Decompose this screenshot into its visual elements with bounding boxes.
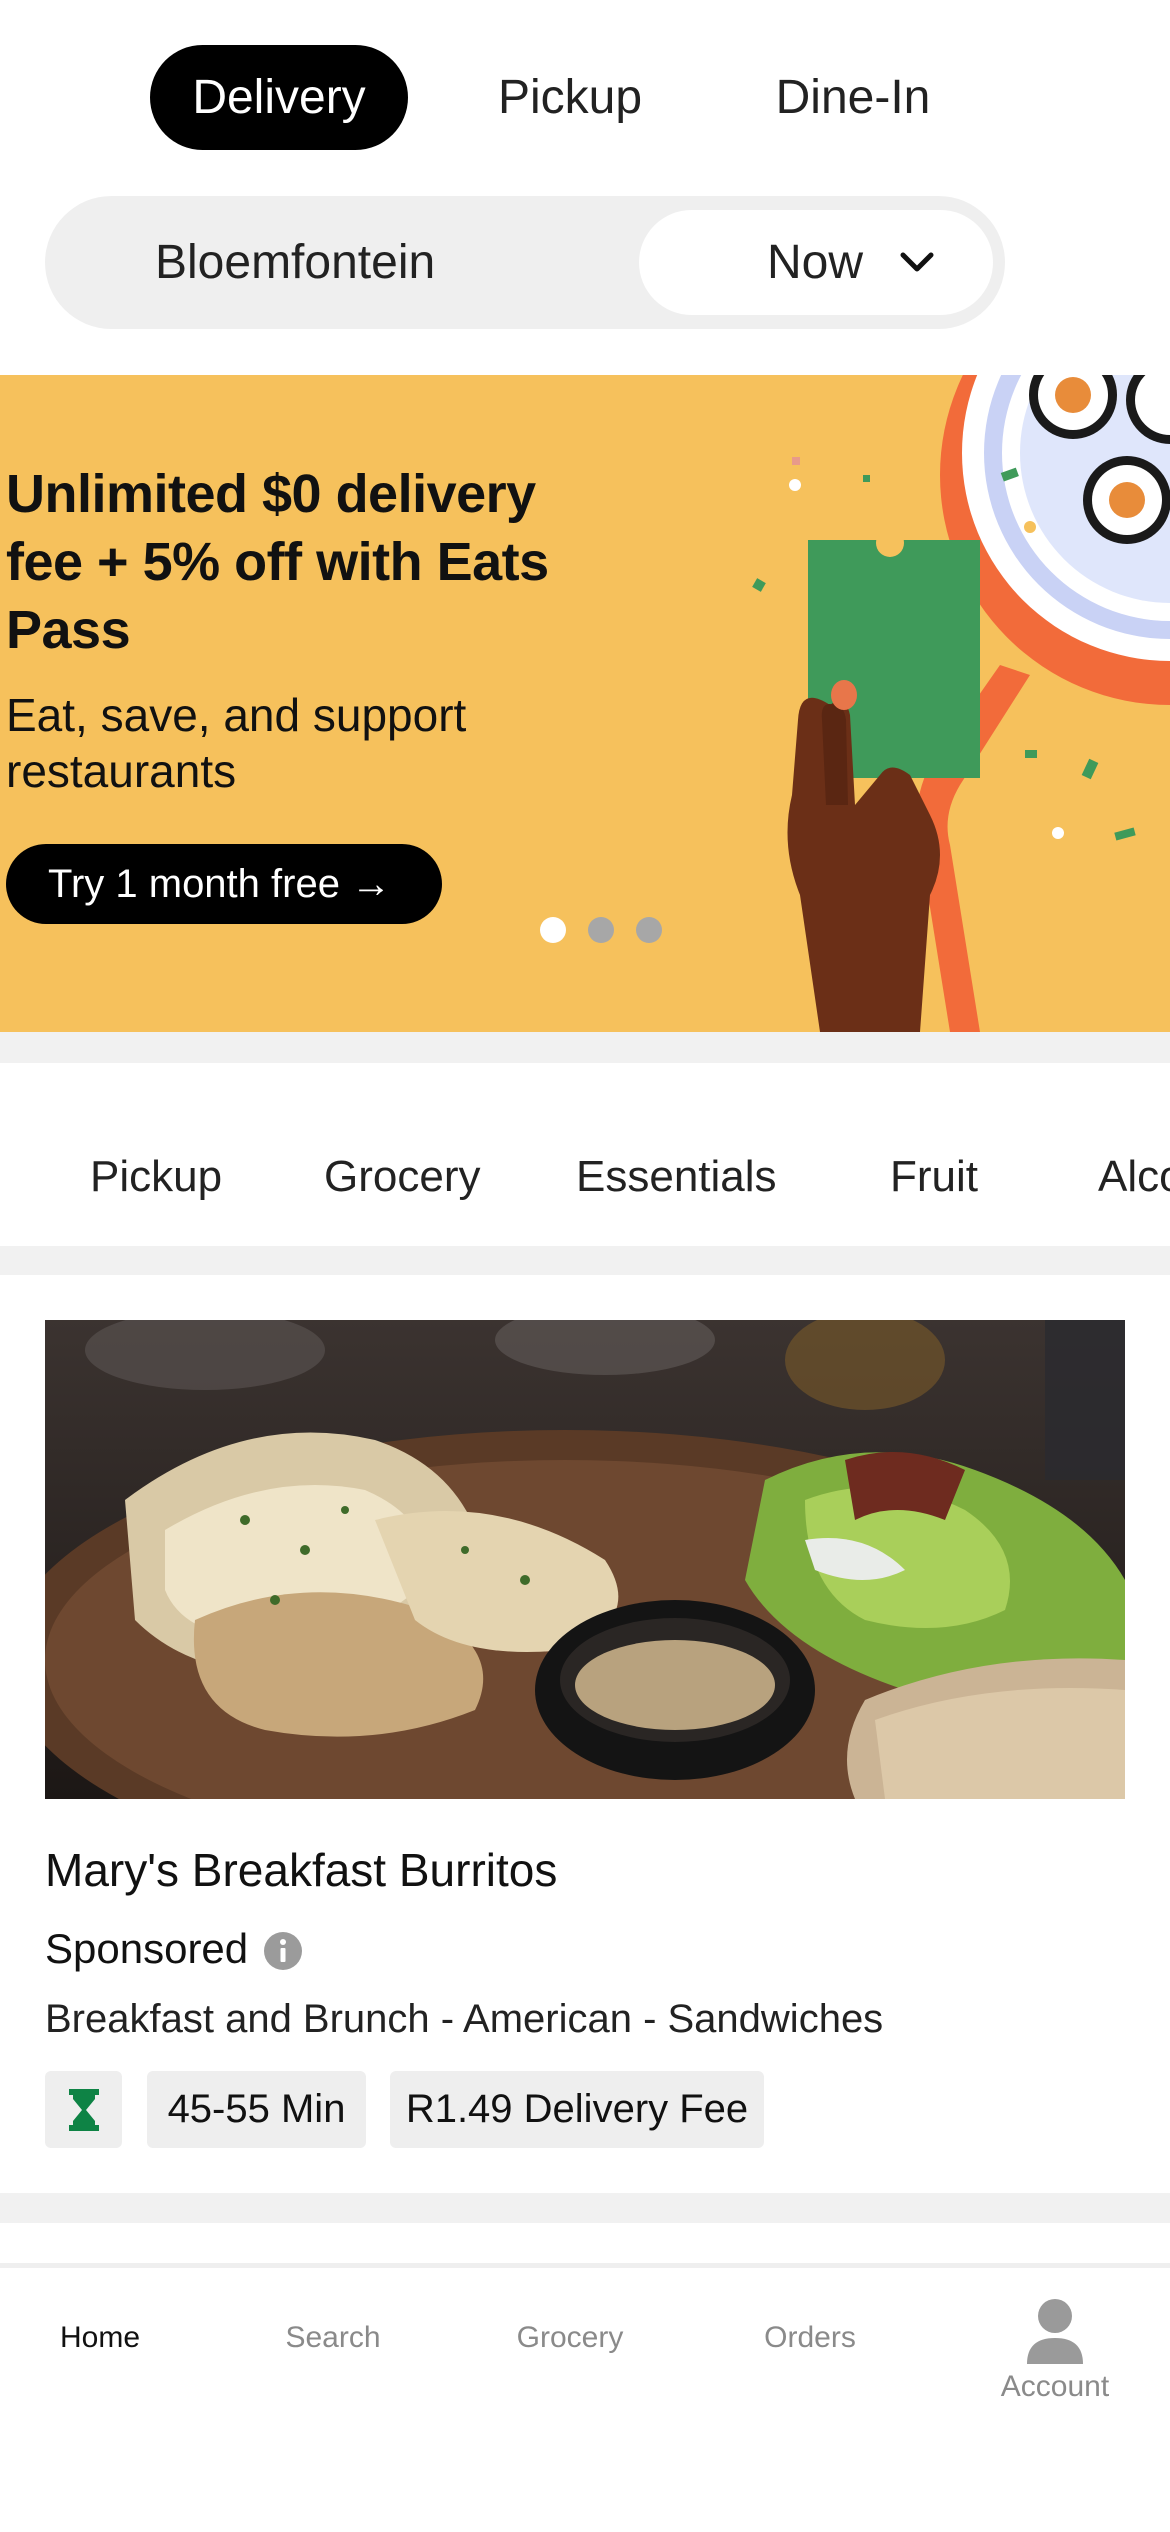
category-row: Pickup Grocery Essentials Fruit Alco (0, 1063, 1170, 1246)
section-divider (0, 1032, 1170, 1063)
time-label: Now (767, 236, 864, 289)
section-divider (0, 2193, 1170, 2223)
tab-dine-in[interactable]: Dine-In (758, 45, 948, 150)
cuisine-tags: Breakfast and Brunch - American - Sandwi… (45, 1997, 884, 2041)
tab-delivery[interactable]: Delivery (150, 45, 408, 150)
person-icon (1027, 2299, 1083, 2364)
food-photo (45, 1320, 1125, 1799)
sponsored-label: Sponsored (45, 1925, 249, 1972)
section-divider (0, 1246, 1170, 1275)
page-dot-3[interactable] (636, 917, 662, 943)
nav-search[interactable]: Search (258, 2268, 408, 2398)
page-dot-1[interactable] (540, 917, 566, 943)
category-alcohol[interactable]: Alco (1098, 1063, 1170, 1246)
nav-home[interactable]: Home (30, 2268, 170, 2398)
restaurant-image[interactable] (45, 1320, 1125, 1799)
delivery-fee-badge: R1.49 Delivery Fee (390, 2071, 764, 2148)
page-dot-2[interactable] (588, 917, 614, 943)
eta-badge: 45-55 Min (147, 2071, 366, 2148)
info-icon[interactable] (263, 1931, 303, 1971)
promo-subtitle: Eat, save, and support restaurants (6, 689, 467, 797)
restaurant-name[interactable]: Mary's Breakfast Burritos (45, 1843, 557, 1897)
order-mode-tabs: Delivery Pickup Dine-In (0, 45, 1170, 150)
nav-grocery[interactable]: Grocery (495, 2268, 645, 2398)
location-selector[interactable]: Bloemfontein (155, 196, 435, 329)
category-pickup[interactable]: Pickup (90, 1063, 222, 1246)
nav-orders[interactable]: Orders (735, 2268, 885, 2398)
hourglass-badge (45, 2071, 122, 2148)
promo-title: Unlimited $0 delivery fee + 5% off with … (6, 464, 549, 660)
category-essentials[interactable]: Essentials (576, 1063, 777, 1246)
time-selector[interactable]: Now (639, 210, 993, 315)
try-free-button[interactable]: Try 1 month free → (6, 844, 442, 924)
tab-pickup[interactable]: Pickup (470, 45, 670, 150)
chevron-down-icon (900, 252, 934, 272)
category-fruit[interactable]: Fruit (890, 1063, 978, 1246)
nav-account-label: Account (1000, 2370, 1110, 2403)
promo-banner[interactable]: Unlimited $0 delivery fee + 5% off with … (0, 375, 1170, 1032)
promo-illustration (752, 375, 1170, 1032)
hourglass-icon (69, 2089, 99, 2131)
bottom-nav-bar: Home Search Grocery Orders Account (0, 2263, 1170, 2532)
nav-account[interactable]: Account (980, 2298, 1130, 2418)
category-grocery[interactable]: Grocery (324, 1063, 480, 1246)
location-time-bar: Bloemfontein Now (45, 196, 1005, 329)
banner-page-indicator (540, 917, 670, 943)
